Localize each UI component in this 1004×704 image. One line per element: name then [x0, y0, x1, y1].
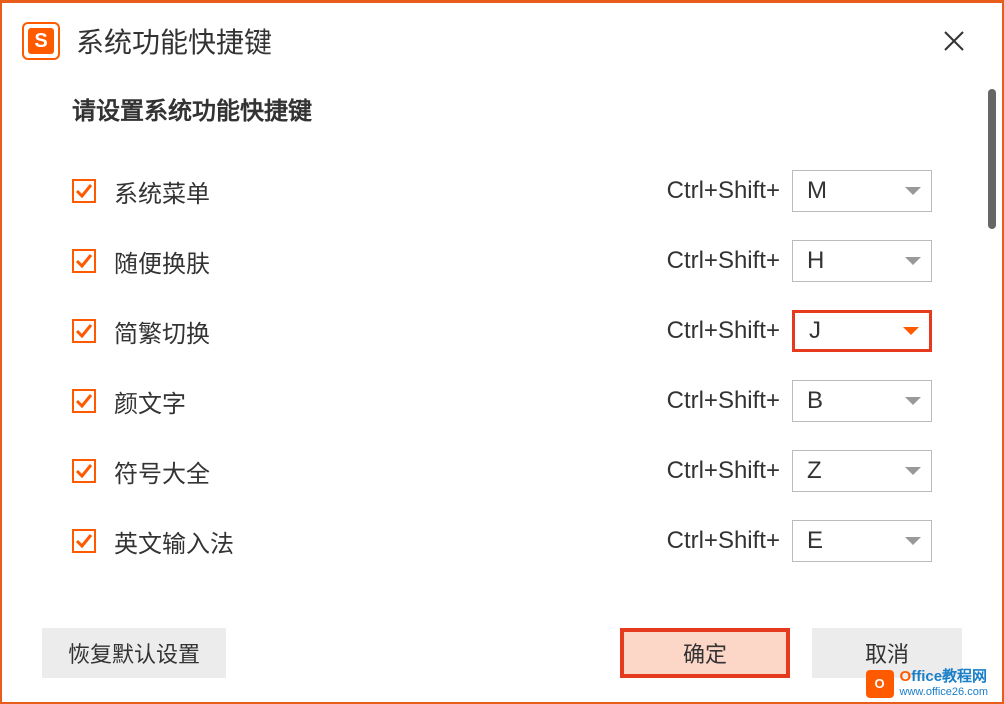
chevron-down-icon	[905, 187, 921, 195]
check-icon	[75, 392, 93, 410]
ok-button[interactable]: 确定	[620, 628, 790, 678]
modifier-text: Ctrl+Shift+	[667, 527, 780, 555]
dropdown-value: Z	[807, 457, 905, 485]
checkbox-english-ime[interactable]	[72, 529, 96, 553]
chevron-down-icon	[905, 467, 921, 475]
key-dropdown-kaomoji[interactable]: B	[792, 380, 932, 422]
footer: 恢复默认设置 确定 取消	[42, 628, 962, 678]
key-dropdown-random-skin[interactable]: H	[792, 240, 932, 282]
close-button[interactable]	[934, 21, 974, 61]
checkbox-random-skin[interactable]	[72, 249, 96, 273]
row-label: 简繁切换	[114, 314, 667, 349]
key-dropdown-symbols[interactable]: Z	[792, 450, 932, 492]
watermark-title: Office教程网	[900, 669, 988, 686]
row-label: 颜文字	[114, 384, 667, 419]
chevron-down-icon	[905, 257, 921, 265]
shortcut-row: 符号大全 Ctrl+Shift+ Z	[72, 436, 932, 506]
close-icon	[943, 30, 965, 52]
dropdown-value: H	[807, 247, 905, 275]
shortcut-row: 颜文字 Ctrl+Shift+ B	[72, 366, 932, 436]
dropdown-value: B	[807, 387, 905, 415]
section-subtitle: 请设置系统功能快捷键	[72, 91, 932, 126]
key-dropdown-system-menu[interactable]: M	[792, 170, 932, 212]
row-label: 系统菜单	[114, 174, 667, 209]
modifier-text: Ctrl+Shift+	[667, 247, 780, 275]
check-icon	[75, 462, 93, 480]
checkbox-symbols[interactable]	[72, 459, 96, 483]
window-title: 系统功能快捷键	[76, 21, 934, 61]
titlebar: S 系统功能快捷键	[2, 3, 1002, 71]
checkbox-simp-trad[interactable]	[72, 319, 96, 343]
app-icon: S	[22, 22, 60, 60]
content-area: 请设置系统功能快捷键 系统菜单 Ctrl+Shift+ M 随便换肤 Ctrl+…	[2, 71, 1002, 576]
checkbox-system-menu[interactable]	[72, 179, 96, 203]
chevron-down-icon	[905, 397, 921, 405]
dropdown-value: M	[807, 177, 905, 205]
modifier-text: Ctrl+Shift+	[667, 317, 780, 345]
checkbox-kaomoji[interactable]	[72, 389, 96, 413]
app-icon-letter: S	[28, 28, 54, 54]
row-label: 随便换肤	[114, 244, 667, 279]
scrollbar-thumb[interactable]	[988, 89, 996, 229]
dropdown-value: E	[807, 527, 905, 555]
check-icon	[75, 322, 93, 340]
chevron-down-icon	[905, 537, 921, 545]
check-icon	[75, 182, 93, 200]
key-dropdown-simp-trad[interactable]: J	[792, 310, 932, 352]
row-label: 符号大全	[114, 454, 667, 489]
check-icon	[75, 252, 93, 270]
watermark-icon: O	[866, 670, 894, 698]
key-dropdown-english-ime[interactable]: E	[792, 520, 932, 562]
watermark-text: Office教程网 www.office26.com	[900, 669, 988, 698]
shortcut-row: 随便换肤 Ctrl+Shift+ H	[72, 226, 932, 296]
modifier-text: Ctrl+Shift+	[667, 387, 780, 415]
chevron-down-icon	[903, 327, 919, 335]
watermark: O Office教程网 www.office26.com	[866, 669, 988, 698]
shortcut-row: 简繁切换 Ctrl+Shift+ J	[72, 296, 932, 366]
watermark-url: www.office26.com	[900, 686, 988, 698]
modifier-text: Ctrl+Shift+	[667, 457, 780, 485]
modifier-text: Ctrl+Shift+	[667, 177, 780, 205]
check-icon	[75, 532, 93, 550]
shortcut-row: 英文输入法 Ctrl+Shift+ E	[72, 506, 932, 576]
shortcut-row: 系统菜单 Ctrl+Shift+ M	[72, 156, 932, 226]
reset-button[interactable]: 恢复默认设置	[42, 628, 226, 678]
row-label: 英文输入法	[114, 524, 667, 559]
dropdown-value: J	[809, 317, 903, 345]
